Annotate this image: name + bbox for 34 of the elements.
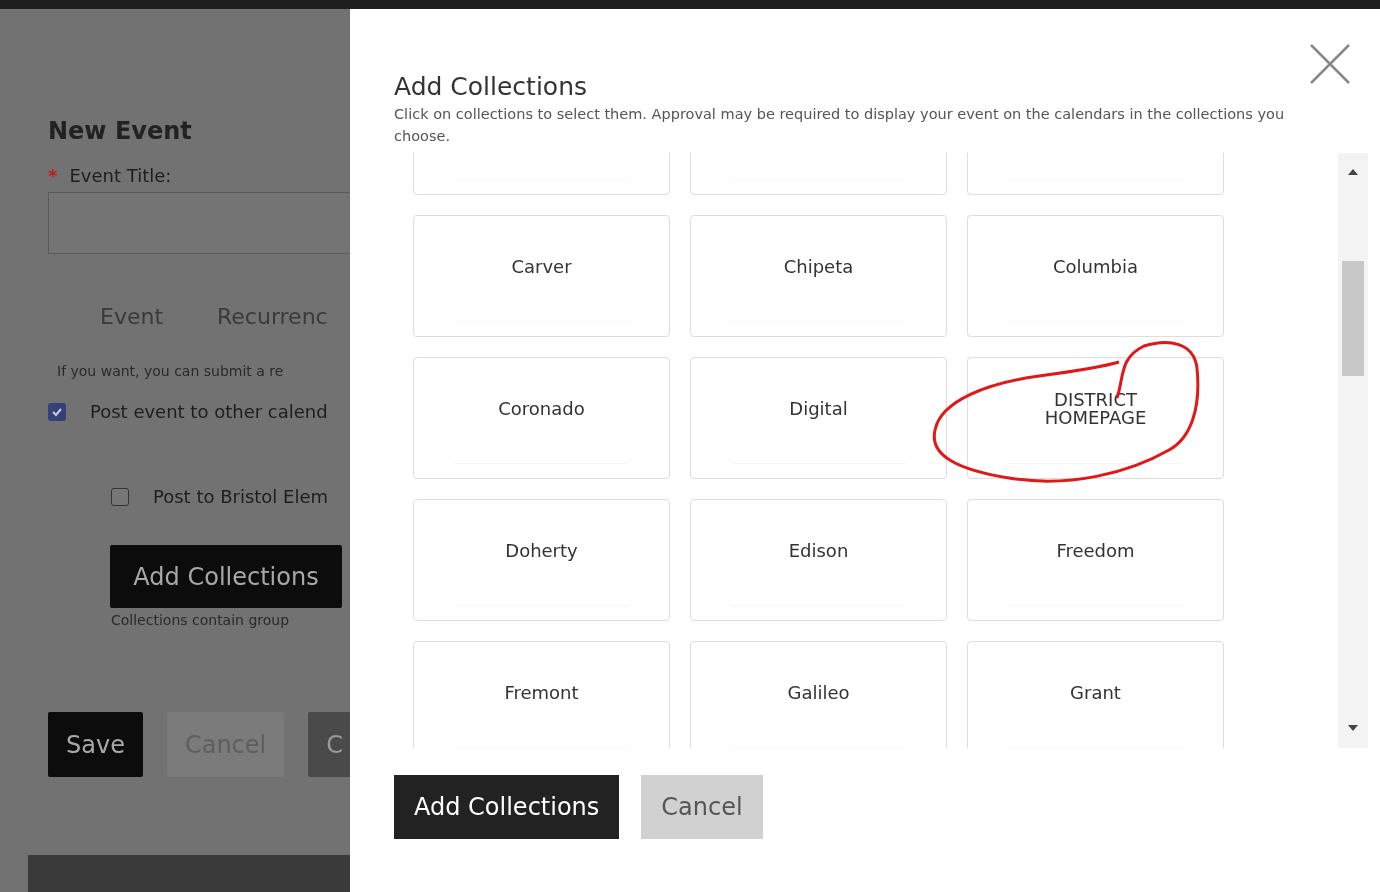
collection-tile[interactable]: Edison — [690, 499, 947, 621]
collection-tile[interactable]: Digital — [690, 357, 947, 479]
checkbox-label: Post event to other calend — [90, 401, 328, 422]
collection-tile[interactable]: DISTRICT HOMEPAGE — [967, 357, 1224, 479]
collection-tile[interactable]: Columbia — [967, 215, 1224, 337]
collection-tile[interactable]: Carver — [413, 215, 670, 337]
checkbox[interactable] — [48, 402, 66, 421]
collection-tile[interactable]: Chipeta — [690, 215, 947, 337]
scroll-up-icon[interactable] — [1348, 169, 1358, 175]
collection-tile[interactable]: Freedom — [967, 499, 1224, 621]
dialog-description: Click on collections to select them. Approval may be required to display your event on the calendars in the collections you choose. — [394, 105, 1286, 146]
hint-text: Collections contain group — [111, 612, 291, 628]
dialog-title: Add Collections — [394, 72, 589, 101]
cancel-button[interactable]: Cancel — [641, 775, 763, 839]
event-title-field[interactable] — [48, 192, 350, 254]
add-collections-button[interactable]: Add Collections — [394, 775, 620, 839]
scroll-down-icon[interactable] — [1348, 725, 1358, 731]
checkbox-label: Post to Bristol Elem — [153, 486, 329, 507]
collection-tile[interactable]: Fremont — [413, 641, 670, 748]
collection-tile[interactable]: Coronado — [413, 357, 670, 479]
collection-tile[interactable]: Doherty — [413, 499, 670, 621]
close-button[interactable] — [1308, 42, 1352, 86]
add-collections-button[interactable]: Add Collections — [110, 545, 342, 608]
collection-tile[interactable]: Galileo — [690, 641, 947, 748]
close-icon — [1308, 42, 1352, 86]
scrollbar[interactable] — [1338, 153, 1368, 748]
collection-tile[interactable]: Grant — [967, 641, 1224, 748]
save-button[interactable]: Save — [48, 712, 143, 777]
note-text: If you want, you can submit a re — [57, 363, 285, 379]
form-title: New Event — [48, 117, 193, 145]
field-label: Event Title: — [69, 165, 172, 186]
required-mark: * — [48, 165, 58, 186]
checkbox[interactable] — [111, 487, 129, 506]
scrollbar-thumb[interactable] — [1342, 261, 1364, 376]
